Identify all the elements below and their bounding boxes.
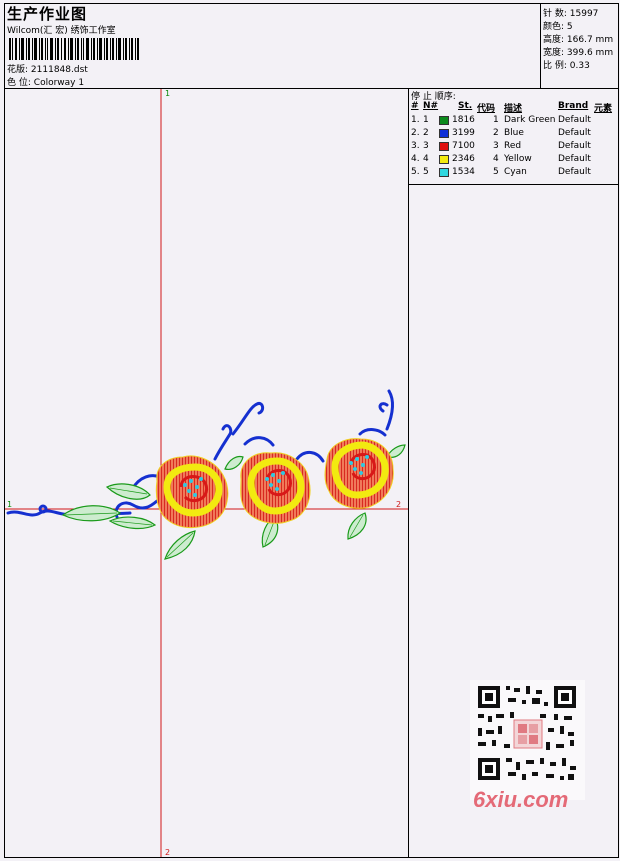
row-code: 2	[493, 128, 499, 138]
page-title: 生产作业图	[7, 5, 88, 23]
row-needle: 4	[423, 154, 429, 164]
stat-label: 针 数:	[543, 9, 567, 19]
row-stitches: 1816	[452, 115, 475, 125]
row-stitches: 1534	[452, 167, 475, 177]
row-index: 4.	[411, 154, 420, 164]
stat-label: 宽度:	[543, 48, 565, 58]
colorway-label: 色 位:	[7, 78, 31, 88]
design-file-label: 花版:	[7, 65, 29, 75]
stop-row: 5. 5 1534 5 Cyan Default	[409, 167, 619, 180]
row-needle: 1	[423, 115, 429, 125]
row-brand: Default	[558, 141, 591, 151]
axis-label-top: 1	[165, 89, 170, 98]
row-code: 5	[493, 167, 499, 177]
row-needle: 5	[423, 167, 429, 177]
studio-name: Wilcom(汇 宏) 绣饰工作室	[7, 26, 116, 36]
stop-row: 1. 1 1816 1 Dark Green Default	[409, 115, 619, 128]
stop-sequence-table: 停 止 顺序: # N# St. 代码 描述 Brand 元素 1. 1 181…	[409, 89, 619, 185]
stat-stitches: 针 数: 15997	[543, 6, 598, 19]
stat-label: 比 例:	[543, 61, 567, 71]
row-desc: Yellow	[504, 154, 532, 164]
design-stats: 针 数: 15997 颜色: 5 高度: 166.7 mm 宽度: 399.6 …	[540, 3, 620, 88]
stat-value: 5	[566, 22, 573, 32]
embroidery-preview: 1 2 1 2	[5, 89, 408, 857]
watermark-text: 6xiu.com	[473, 787, 569, 812]
row-index: 1.	[411, 115, 420, 125]
row-stitches: 3199	[452, 128, 475, 138]
stat-label: 颜色:	[543, 22, 565, 32]
col-header-code: 代码	[477, 104, 496, 114]
axis-label-right: 2	[396, 500, 401, 509]
row-brand: Default	[558, 154, 591, 164]
stat-width: 宽度: 399.6 mm	[543, 45, 613, 58]
design-file-value: 2111848.dst	[30, 65, 88, 75]
rose-flower	[155, 455, 229, 528]
stat-value: 166.7 mm	[566, 35, 614, 45]
row-desc: Red	[504, 141, 522, 151]
axis-label-left: 1	[7, 500, 12, 509]
row-brand: Default	[558, 115, 591, 125]
stat-height: 高度: 166.7 mm	[543, 32, 613, 45]
stat-label: 高度:	[543, 35, 565, 45]
col-header-stitches: St.	[458, 101, 473, 111]
row-brand: Default	[558, 167, 591, 177]
row-needle: 2	[423, 128, 429, 138]
colorway-value: Colorway 1	[33, 78, 85, 88]
row-stitches: 2346	[452, 154, 475, 164]
stop-row: 2. 2 3199 2 Blue Default	[409, 128, 619, 141]
col-header-index: #	[411, 101, 419, 111]
row-desc: Dark Green	[504, 115, 556, 125]
column-divider	[408, 88, 409, 858]
color-swatch	[439, 155, 449, 164]
row-stitches: 7100	[452, 141, 475, 151]
row-brand: Default	[558, 128, 591, 138]
col-header-needle: N#	[423, 101, 439, 111]
qr-code	[470, 680, 585, 800]
stop-row: 4. 4 2346 4 Yellow Default	[409, 154, 619, 167]
stat-value: 399.6 mm	[566, 48, 614, 58]
row-needle: 3	[423, 141, 429, 151]
col-header-brand: Brand	[558, 101, 589, 111]
row-index: 3.	[411, 141, 420, 151]
col-header-desc: 描述	[504, 104, 523, 114]
row-code: 4	[493, 154, 499, 164]
color-swatch	[439, 129, 449, 138]
design-file-line: 花版: 2111848.dst	[7, 62, 88, 75]
color-swatch	[439, 116, 449, 125]
row-desc: Blue	[504, 128, 524, 138]
row-index: 5.	[411, 167, 420, 177]
stat-value: 0.33	[569, 61, 590, 71]
stat-value: 15997	[569, 9, 599, 19]
col-header-element: 元素	[594, 104, 613, 114]
color-swatch	[439, 142, 449, 151]
axis-label-bottom: 2	[165, 848, 170, 857]
colorway-line: 色 位: Colorway 1	[7, 75, 84, 88]
row-code: 1	[493, 115, 499, 125]
row-code: 3	[493, 141, 499, 151]
row-desc: Cyan	[504, 167, 527, 177]
color-swatch	[439, 168, 449, 177]
stat-scale: 比 例: 0.33	[543, 58, 590, 71]
stop-row: 3. 3 7100 3 Red Default	[409, 141, 619, 154]
barcode	[9, 38, 139, 60]
stat-colors: 颜色: 5	[543, 19, 573, 32]
row-index: 2.	[411, 128, 420, 138]
